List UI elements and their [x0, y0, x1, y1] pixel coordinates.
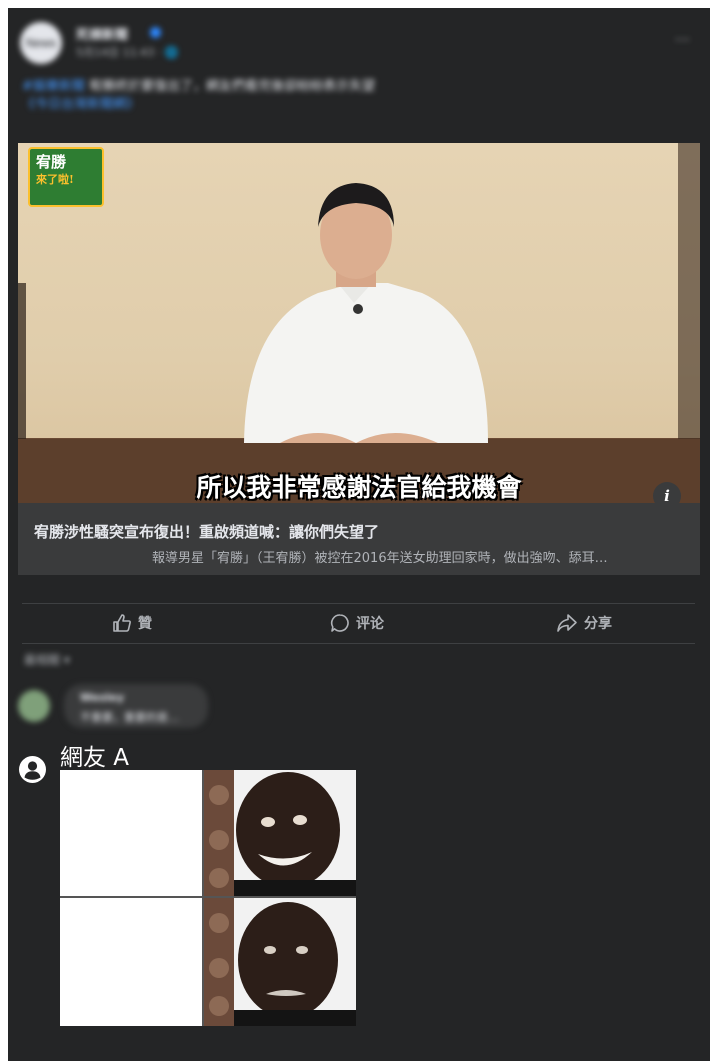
divider-bottom — [22, 643, 695, 644]
comment-bubble: Wesley 不重要，重要的是… — [64, 684, 208, 728]
logo-line-1: 宥勝 — [36, 153, 67, 171]
share-button[interactable]: 分享 — [556, 608, 612, 638]
like-label: 贊 — [138, 616, 152, 632]
meme-face-happy — [204, 770, 356, 896]
page-name[interactable]: 死槓新聞 — [76, 24, 128, 43]
comment-label: 评论 — [356, 616, 384, 632]
more-options-icon[interactable]: ··· — [675, 30, 690, 49]
comment-button[interactable]: 评论 — [330, 608, 384, 638]
page-avatar[interactable]: News — [20, 22, 62, 64]
sad-face-graphic — [204, 898, 356, 1026]
link-title[interactable]: 宥勝涉性騷突宣布復出！重啟頻道喊：讓你們失望了 — [34, 521, 379, 542]
post-caption: #娛樂新聞 宥勝終於要復出了，網友們看完後卻紛紛表示失望 《今日台灣新聞網》 — [22, 78, 682, 114]
commenter-name[interactable]: Wesley — [80, 691, 124, 704]
thumbs-up-icon — [113, 614, 131, 632]
comment-sort-dropdown[interactable]: 最相關 ▾ — [24, 651, 70, 668]
reply-user-name: 網友 A — [60, 745, 130, 771]
comment-bubble-icon — [330, 614, 349, 632]
post-header: News 死槓新聞 5月14日 11:43 · 🌐 ··· — [20, 22, 698, 72]
like-button[interactable]: 贊 — [112, 608, 152, 638]
meme-blank-bottom — [60, 898, 202, 1026]
happy-face-graphic — [204, 770, 356, 896]
logo-line-2: 來了啦! — [36, 173, 74, 186]
link-preview-box[interactable]: 宥勝涉性騷突宣布復出！重啟頻道喊：讓你們失望了 報導男星「宥勝」（王宥勝）被控在… — [18, 503, 700, 575]
channel-logo: 宥勝 來了啦! — [28, 147, 104, 207]
user-avatar-icon — [19, 756, 46, 783]
caption-text: 宥勝終於要復出了，網友們看完後卻紛紛表示失望 — [89, 79, 376, 94]
comment-item: Wesley 不重要，重要的是… — [18, 680, 218, 730]
action-bar: 贊 评论 分享 — [22, 608, 695, 638]
link-description: 報導男星「宥勝」（王宥勝）被控在2016年送女助理回家時，做出強吻、舔耳… — [152, 551, 608, 566]
share-label: 分享 — [584, 616, 612, 632]
caption-link[interactable]: 《今日台灣新聞網》 — [22, 97, 139, 112]
divider-top — [22, 603, 695, 604]
video-still-graphic — [18, 143, 700, 503]
commenter-avatar[interactable] — [18, 690, 50, 722]
meme-face-sad — [204, 898, 356, 1026]
comment-text: 不重要，重要的是… — [80, 711, 179, 724]
meme-blank-top — [60, 770, 202, 896]
caption-hashtag[interactable]: #娛樂新聞 — [22, 79, 85, 94]
post-card: News 死槓新聞 5月14日 11:43 · 🌐 ··· #娛樂新聞 宥勝終於… — [8, 8, 710, 1061]
video-subtitle: 所以我非常感謝法官給我機會 — [196, 473, 522, 502]
verified-badge-icon — [150, 27, 161, 38]
post-timestamp[interactable]: 5月14日 11:43 · 🌐 — [76, 44, 178, 60]
share-arrow-icon — [557, 614, 577, 632]
link-preview-image[interactable]: 宥勝 來了啦! 所以我非常感謝法官給我機會 — [18, 143, 700, 503]
meme-image[interactable] — [60, 770, 356, 1026]
